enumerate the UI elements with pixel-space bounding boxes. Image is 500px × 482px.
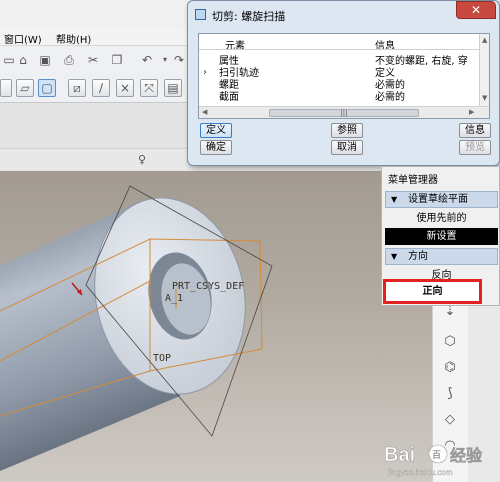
graphics-viewport[interactable]: PRT_CSYS_DEF A_1 TOP — [0, 171, 432, 482]
baidu-watermark: Bai 百 经验 jingyan.baidu.com — [382, 437, 500, 482]
axis-label: A_1 — [165, 293, 183, 304]
dialog-titlebar[interactable]: 切剪: 螺旋扫描 ✕ — [188, 1, 499, 29]
print-icon[interactable]: ⎙ — [60, 51, 78, 69]
copy-icon[interactable]: ❐ — [108, 51, 126, 69]
setup-sketch-plane-section[interactable]: ▼ 设置草绘平面 — [385, 191, 498, 208]
dialog-app-icon — [195, 9, 206, 20]
cancel-button[interactable]: 取消 — [331, 140, 363, 155]
current-row-arrow-icon: › — [203, 67, 207, 78]
model-tree-icon[interactable]: ♀ — [133, 151, 151, 169]
close-icon[interactable]: ✕ — [456, 1, 496, 19]
csys-label: PRT_CSYS_DEF — [172, 281, 244, 292]
scroll-down-icon[interactable]: ▼ — [482, 94, 487, 102]
collapse-triangle-icon: ▼ — [391, 252, 398, 261]
table-vertical-scrollbar[interactable]: ▲ ▼ — [479, 34, 489, 106]
menu-manager-title: 菜单管理器 — [388, 175, 438, 186]
menu-window[interactable]: 窗口(W) — [4, 31, 42, 46]
table-horizontal-scrollbar[interactable]: ◀ ||| ▶ — [199, 106, 489, 118]
dialog-title: 切剪: 螺旋扫描 — [212, 10, 286, 23]
scroll-up-icon[interactable]: ▲ — [482, 36, 487, 44]
menu-item-forward-highlight[interactable]: 正向 — [383, 279, 482, 304]
reference-button[interactable]: 参照 — [331, 123, 363, 138]
revolve-icon[interactable]: ⌬ — [439, 358, 461, 378]
section-label: 方向 — [408, 251, 428, 262]
watermark-suffix: 经验 — [450, 446, 483, 465]
redo-icon[interactable]: ↷ — [170, 51, 188, 69]
menu-item-new-setup[interactable]: 新设置 — [385, 228, 498, 245]
preview-button[interactable]: 预览 — [459, 140, 491, 155]
datum-plane-icon[interactable]: ⧄ — [68, 79, 86, 97]
standard-toolbar: ▭ ⌂ ▣ ⎙ ✂ ❐ ↶ ▾ ↷ — [0, 47, 200, 73]
table-row-element[interactable]: 截面 — [219, 88, 239, 103]
wireframe-icon[interactable] — [0, 79, 12, 97]
coordinate-system-icon[interactable]: ⤧ — [140, 79, 158, 97]
ok-button[interactable]: 确定 — [200, 140, 232, 155]
watermark-paw: 百 — [432, 450, 441, 461]
view-toolbar: ▱ ▢ ⧄ ∕ × ⤧ ▤ — [0, 73, 200, 103]
blend-icon[interactable]: ◇ — [439, 410, 461, 430]
datum-top-label: TOP — [153, 353, 171, 364]
menu-help[interactable]: 帮助(H) — [56, 31, 91, 46]
scroll-left-icon[interactable]: ◀ — [202, 108, 207, 116]
undo-icon[interactable]: ↶ — [138, 51, 156, 69]
save-icon[interactable]: ▣ — [36, 51, 54, 69]
open-folder-icon[interactable]: ⌂ — [14, 51, 32, 69]
shading-icon[interactable]: ▢ — [38, 79, 56, 97]
model-view: PRT_CSYS_DEF A_1 TOP — [0, 185, 273, 471]
header-divider — [199, 49, 479, 50]
datum-axis-icon[interactable]: ∕ — [92, 79, 110, 97]
helical-sweep-dialog: 切剪: 螺旋扫描 ✕ 元素 信息 › 属性 不变的螺距, 右旋, 穿 扫引轨迹 … — [187, 0, 500, 166]
watermark-brand: Bai — [384, 444, 415, 466]
cut-icon[interactable]: ✂ — [84, 51, 102, 69]
collapse-triangle-icon: ▼ — [391, 195, 398, 204]
scroll-right-icon[interactable]: ▶ — [469, 108, 474, 116]
extrude-icon[interactable]: ⬡ — [439, 332, 461, 352]
info-button[interactable]: 信息 — [459, 123, 491, 138]
define-button[interactable]: 定义 — [200, 123, 232, 138]
menu-item-forward[interactable]: 正向 — [386, 282, 479, 301]
element-table: 元素 信息 › 属性 不变的螺距, 右旋, 穿 扫引轨迹 定义 螺距 必需的 截… — [198, 33, 490, 119]
table-row-info: 必需的 — [375, 92, 405, 103]
direction-section[interactable]: ▼ 方向 — [385, 248, 498, 265]
watermark-url: jingyan.baidu.com — [387, 468, 453, 477]
annotation-icon[interactable]: ▤ — [164, 79, 182, 97]
menu-item-use-previous[interactable]: 使用先前的 — [385, 210, 498, 227]
section-label: 设置草绘平面 — [408, 194, 468, 205]
baidu-logo: Bai 百 经验 jingyan.baidu.com — [384, 444, 484, 477]
hidden-line-icon[interactable]: ▱ — [16, 79, 34, 97]
sweep-icon[interactable]: ⟆ — [439, 384, 461, 404]
datum-point-icon[interactable]: × — [116, 79, 134, 97]
horizontal-scroll-thumb[interactable]: ||| — [269, 109, 419, 117]
